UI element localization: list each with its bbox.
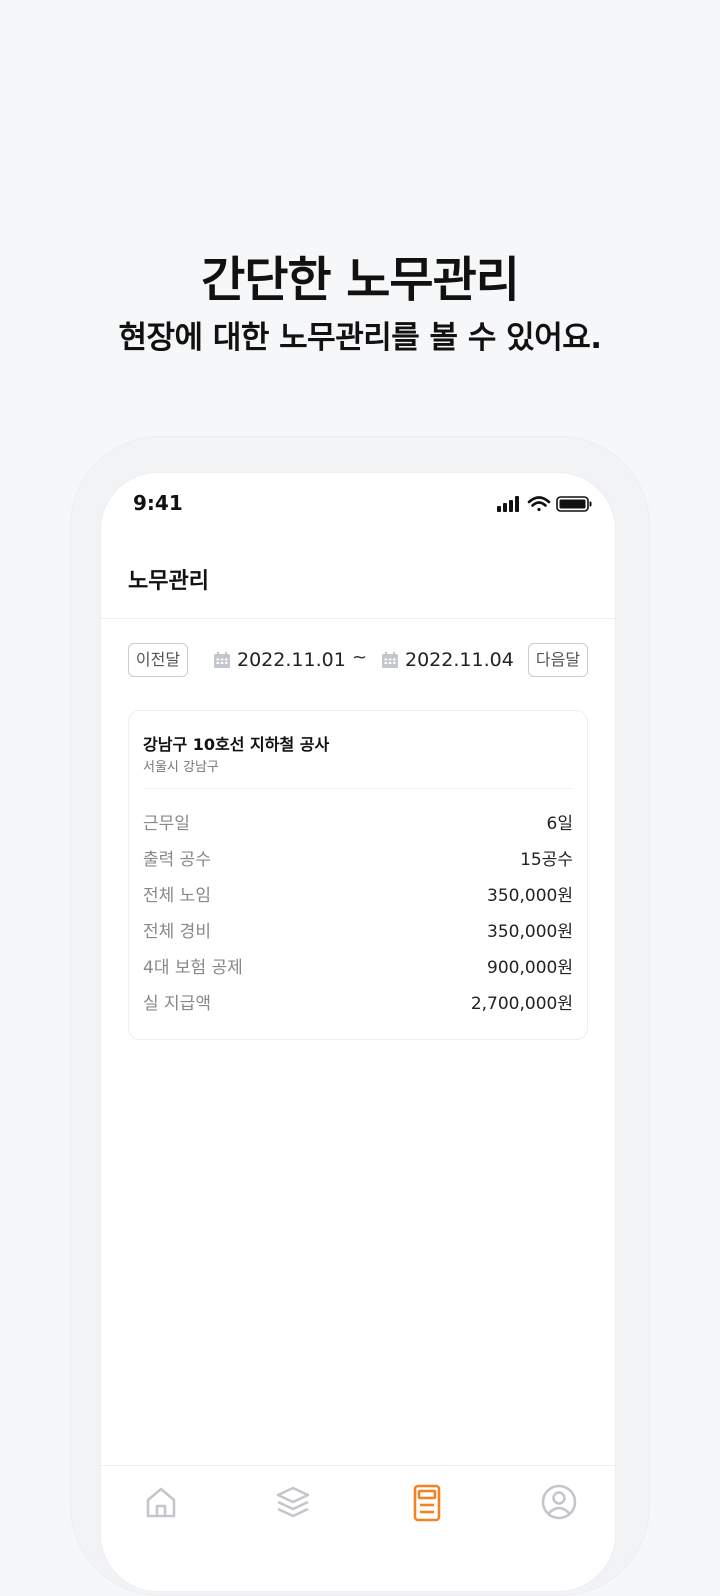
- end-date-picker[interactable]: 2022.11.04: [381, 643, 514, 677]
- profile-icon: [541, 1484, 577, 1520]
- site-card[interactable]: 강남구 10호선 지하철 공사 서울시 강남구 근무일 6일 출력 공수 15공…: [128, 710, 588, 1040]
- site-stats: 근무일 6일 출력 공수 15공수 전체 노임 350,000원 전체 경비 3…: [143, 809, 573, 1025]
- stat-value: 6일: [546, 814, 573, 834]
- stat-row-insurance-deduction: 4대 보험 공제 900,000원: [143, 953, 573, 989]
- status-time: 9:41: [133, 491, 183, 515]
- stat-label: 근무일: [143, 814, 190, 834]
- stat-label: 실 지급액: [143, 994, 211, 1014]
- stat-label: 출력 공수: [143, 850, 211, 870]
- stat-value: 15공수: [520, 850, 573, 870]
- promo-subtitle: 현장에 대한 노무관리를 볼 수 있어요.: [118, 320, 602, 356]
- phone-screen: 9:41 노무관리 이전달 2022.11.01 ~ 2022.11.04 다음…: [100, 472, 616, 1592]
- end-date: 2022.11.04: [405, 649, 514, 671]
- tab-bar: [101, 1465, 615, 1591]
- prev-month-button[interactable]: 이전달: [128, 643, 188, 677]
- stat-value: 2,700,000원: [470, 994, 573, 1014]
- calculator-icon: [413, 1484, 441, 1522]
- layers-icon: [276, 1486, 310, 1518]
- promo-title: 간단한 노무관리: [201, 252, 520, 308]
- stat-value: 350,000원: [487, 922, 573, 942]
- home-icon: [146, 1487, 176, 1518]
- stat-row-work-days: 근무일 6일: [143, 809, 573, 845]
- stat-row-man-days: 출력 공수 15공수: [143, 845, 573, 881]
- wifi-icon: [527, 496, 551, 512]
- stat-row-net-pay: 실 지급액 2,700,000원: [143, 989, 573, 1025]
- date-filter: 이전달 2022.11.01 ~ 2022.11.04 다음달: [128, 643, 588, 679]
- stat-value: 900,000원: [487, 958, 573, 978]
- battery-icon: [556, 496, 592, 512]
- card-divider: [143, 788, 573, 789]
- stat-row-total-wages: 전체 노임 350,000원: [143, 881, 573, 917]
- page-title: 노무관리: [128, 569, 209, 594]
- next-month-button[interactable]: 다음달: [528, 643, 588, 677]
- site-name: 강남구 10호선 지하철 공사: [143, 735, 330, 754]
- stat-label: 4대 보험 공제: [143, 958, 243, 978]
- status-icons: [497, 494, 593, 514]
- start-date-picker[interactable]: 2022.11.01: [213, 643, 346, 677]
- tab-calculator[interactable]: [405, 1482, 449, 1526]
- signal-icon: [497, 496, 519, 512]
- calendar-icon: [382, 651, 398, 668]
- stat-row-total-expenses: 전체 경비 350,000원: [143, 917, 573, 953]
- date-separator: ~: [352, 647, 368, 668]
- tab-layers[interactable]: [271, 1482, 315, 1526]
- page-header: 노무관리: [101, 533, 615, 619]
- status-bar: 9:41: [101, 473, 615, 533]
- tab-profile[interactable]: [537, 1482, 581, 1526]
- site-location: 서울시 강남구: [143, 760, 219, 775]
- stat-value: 350,000원: [487, 886, 573, 906]
- calendar-icon: [214, 651, 230, 668]
- tab-home[interactable]: [139, 1482, 183, 1526]
- start-date: 2022.11.01: [237, 649, 346, 671]
- stat-label: 전체 노임: [143, 886, 211, 906]
- stat-label: 전체 경비: [143, 922, 211, 942]
